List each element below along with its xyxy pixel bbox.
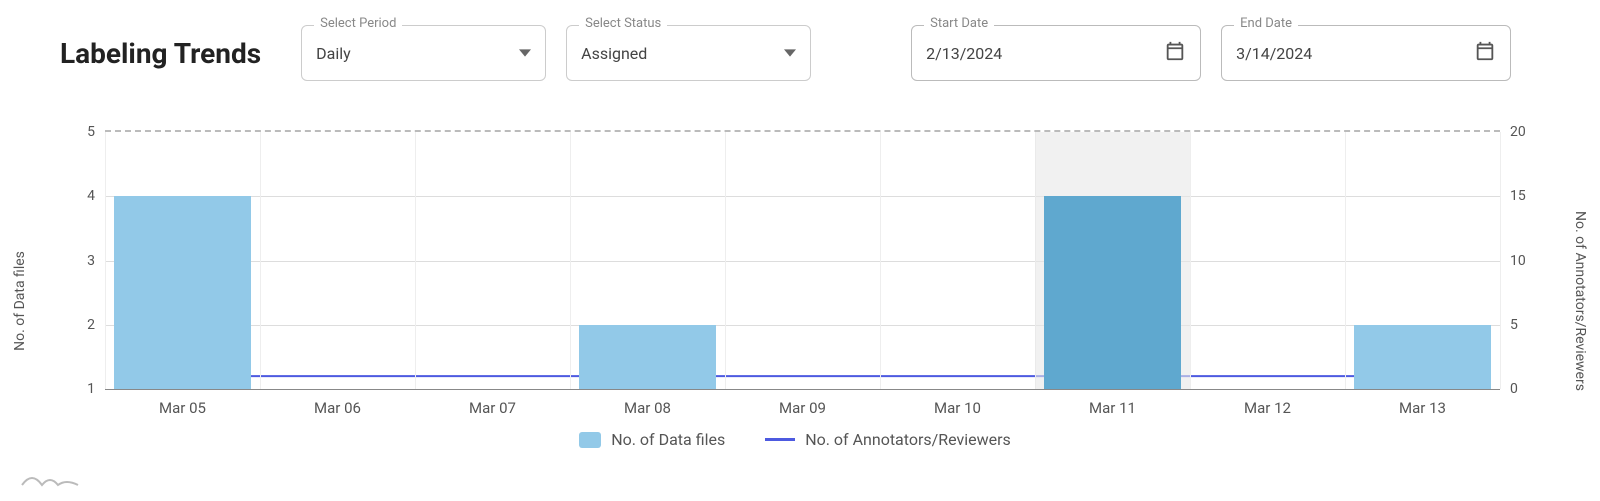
vline (570, 132, 571, 389)
vline (880, 132, 881, 389)
vline (415, 132, 416, 389)
calendar-icon (1474, 40, 1496, 66)
x-tick: Mar 09 (779, 399, 826, 417)
chevron-down-icon (784, 44, 796, 63)
vline (1345, 132, 1346, 389)
page-title: Labeling Trends (60, 37, 261, 70)
x-tick: Mar 12 (1244, 399, 1291, 417)
bar[interactable] (579, 325, 715, 389)
legend-item-line[interactable]: No. of Annotators/Reviewers (765, 430, 1011, 449)
y-right-axis-label: No. of Annotators/Reviewers (1572, 211, 1588, 391)
y-right-tick: 0 (1510, 381, 1535, 397)
end-date-label: End Date (1234, 16, 1298, 31)
y-left-tick: 3 (75, 253, 95, 269)
end-date-value: 3/14/2024 (1236, 44, 1464, 63)
y-right-tick: 5 (1510, 317, 1535, 333)
y-left-tick: 1 (75, 381, 95, 397)
filters-header: Labeling Trends Select Period Daily Sele… (0, 0, 1600, 81)
legend-line-label: No. of Annotators/Reviewers (805, 430, 1011, 449)
select-period-label: Select Period (314, 16, 402, 31)
gridline (105, 196, 1500, 197)
select-status-label: Select Status (579, 16, 667, 31)
chart-container: No. of Data files No. of Annotators/Revi… (30, 120, 1560, 481)
x-tick: Mar 07 (469, 399, 516, 417)
zoom-reset-icon[interactable] (20, 465, 80, 493)
y-right-tick: 15 (1510, 188, 1535, 204)
select-status-dropdown[interactable]: Select Status Assigned (566, 25, 811, 81)
vline (1190, 132, 1191, 389)
start-date-value: 2/13/2024 (926, 44, 1154, 63)
chart-legend: No. of Data files No. of Annotators/Revi… (30, 430, 1560, 449)
y-left-tick: 2 (75, 317, 95, 333)
calendar-icon (1164, 40, 1186, 66)
gridline (105, 261, 1500, 262)
x-tick: Mar 10 (934, 399, 981, 417)
y-left-axis-label: No. of Data files (12, 251, 28, 351)
chevron-down-icon (519, 44, 531, 63)
vline (1500, 132, 1501, 389)
vline (260, 132, 261, 389)
end-date-field[interactable]: End Date 3/14/2024 (1221, 25, 1511, 81)
legend-item-bar[interactable]: No. of Data files (579, 430, 725, 449)
x-tick: Mar 05 (159, 399, 206, 417)
vline (725, 132, 726, 389)
bar[interactable] (1354, 325, 1490, 389)
select-period-value: Daily (316, 44, 509, 63)
vline (105, 132, 106, 389)
gridline (105, 325, 1500, 326)
y-left-tick: 5 (75, 124, 95, 140)
x-tick: Mar 06 (314, 399, 361, 417)
start-date-label: Start Date (924, 16, 994, 31)
bar-swatch-icon (579, 432, 601, 448)
start-date-field[interactable]: Start Date 2/13/2024 (911, 25, 1201, 81)
select-period-dropdown[interactable]: Select Period Daily (301, 25, 546, 81)
x-tick: Mar 11 (1089, 399, 1136, 417)
bar[interactable] (114, 196, 250, 389)
select-status-value: Assigned (581, 44, 774, 63)
y-left-tick: 4 (75, 188, 95, 204)
y-right-tick: 20 (1510, 124, 1535, 140)
plot-area[interactable]: 1234505101520Mar 05Mar 06Mar 07Mar 08Mar… (105, 130, 1500, 390)
legend-bar-label: No. of Data files (611, 430, 725, 449)
bar[interactable] (1044, 196, 1180, 389)
x-tick: Mar 08 (624, 399, 671, 417)
y-right-tick: 10 (1510, 253, 1535, 269)
line-swatch-icon (765, 438, 795, 441)
x-tick: Mar 13 (1399, 399, 1446, 417)
